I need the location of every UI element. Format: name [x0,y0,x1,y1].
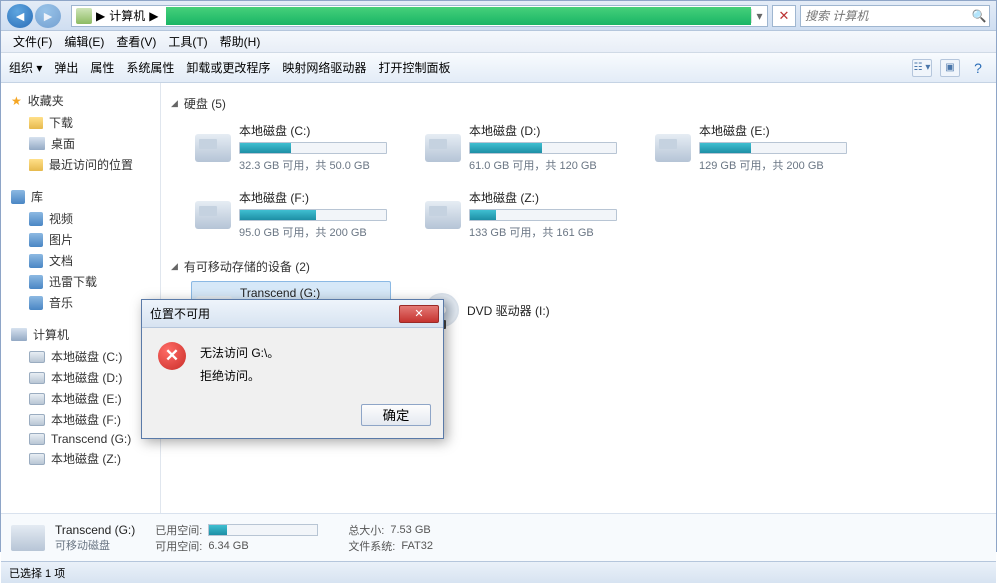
drive-item-f[interactable]: 本地磁盘 (F:)95.0 GB 可用，共 200 GB [191,185,391,244]
dialog-titlebar[interactable]: 位置不可用 ✕ [142,300,443,328]
sidebar-item-downloads[interactable]: 下载 [7,112,158,133]
hdd-icon [195,201,231,229]
drive-icon [29,414,45,426]
breadcrumb-arrow[interactable]: ▶ [96,9,105,23]
folder-icon [29,117,43,129]
sidebar-item-recent[interactable]: 最近访问的位置 [7,154,158,175]
error-dialog: 位置不可用 ✕ ✕ 无法访问 G:\。 拒绝访问。 确定 [141,299,444,439]
sidebar-favorites[interactable]: ★收藏夹 [7,89,158,112]
view-options-icon[interactable]: ☷ ▾ [912,59,932,77]
sidebar-item-videos[interactable]: 视频 [7,208,158,229]
sidebar-item-pictures[interactable]: 图片 [7,229,158,250]
sidebar-item-drive-d[interactable]: 本地磁盘 (D:) [7,367,158,388]
sidebar-item-drive-g[interactable]: Transcend (G:) [7,430,158,448]
error-icon: ✕ [158,342,186,370]
statusbar: 已选择 1 项 [1,561,996,583]
hdd-icon [195,134,231,162]
drive-icon [29,393,45,405]
menu-help[interactable]: 帮助(H) [214,33,267,50]
address-progress [166,7,751,25]
hdd-icon [655,134,691,162]
address-bar[interactable]: ▶ 计算机 ▶ ▾ [71,5,768,27]
menu-view[interactable]: 查看(V) [110,33,162,50]
nav-forward-button[interactable]: ► [35,4,61,28]
computer-icon [11,328,27,341]
download-icon [29,275,43,289]
tool-organize[interactable]: 组织 ▾ [9,59,42,76]
library-icon [11,190,25,204]
search-input[interactable] [801,9,969,23]
drive-icon [29,453,45,465]
chevron-down-icon: ◢ [171,98,178,109]
search-box[interactable]: 🔍 [800,5,990,27]
sidebar-item-desktop[interactable]: 桌面 [7,133,158,154]
sidebar-item-thunder[interactable]: 迅雷下载 [7,271,158,292]
dialog-message-1: 无法访问 G:\。 [200,342,427,365]
tool-uninstall[interactable]: 卸载或更改程序 [186,59,270,76]
drive-item-c[interactable]: 本地磁盘 (C:)32.3 GB 可用，共 50.0 GB [191,118,391,177]
sidebar-item-drive-c[interactable]: 本地磁盘 (C:) [7,346,158,367]
tool-eject[interactable]: 弹出 [54,59,78,76]
desktop-icon [29,137,45,150]
close-button[interactable]: ✕ [399,305,439,323]
tool-cpanel[interactable]: 打开控制面板 [378,59,450,76]
sidebar-computer[interactable]: 计算机 [7,323,158,346]
nav-back-button[interactable]: ◄ [7,4,33,28]
details-type: 可移动磁盘 [55,537,135,553]
video-icon [29,212,43,226]
section-removable[interactable]: ◢有可移动存储的设备 (2) [171,254,986,279]
dialog-title: 位置不可用 [150,305,210,322]
tool-sysprops[interactable]: 系统属性 [126,59,174,76]
hdd-icon [425,201,461,229]
sidebar: ★收藏夹 下载 桌面 最近访问的位置 库 视频 图片 文档 迅雷下载 音乐 计算… [1,83,161,513]
details-name: Transcend (G:) [55,523,135,537]
ok-button[interactable]: 确定 [361,404,431,426]
status-text: 已选择 1 项 [9,565,65,581]
breadcrumb-arrow[interactable]: ▶ [149,9,158,23]
main-content: ◢硬盘 (5) 本地磁盘 (C:)32.3 GB 可用，共 50.0 GB 本地… [161,83,996,513]
picture-icon [29,233,43,247]
sidebar-item-music[interactable]: 音乐 [7,292,158,313]
drive-item-d[interactable]: 本地磁盘 (D:)61.0 GB 可用，共 120 GB [421,118,621,177]
drive-item-z[interactable]: 本地磁盘 (Z:)133 GB 可用，共 161 GB [421,185,621,244]
preview-pane-icon[interactable]: ▣ [940,59,960,77]
music-icon [29,296,43,310]
breadcrumb-computer[interactable]: 计算机 [109,7,145,24]
drive-item-e[interactable]: 本地磁盘 (E:)129 GB 可用，共 200 GB [651,118,851,177]
help-icon[interactable]: ? [968,59,988,77]
sidebar-item-drive-e[interactable]: 本地磁盘 (E:) [7,388,158,409]
titlebar: ◄ ► ▶ 计算机 ▶ ▾ ✕ 🔍 [1,1,996,31]
drive-icon [29,372,45,384]
dialog-message-2: 拒绝访问。 [200,365,427,388]
menubar: 文件(F) 编辑(E) 查看(V) 工具(T) 帮助(H) [1,31,996,53]
section-hdd[interactable]: ◢硬盘 (5) [171,91,986,116]
drive-icon [29,351,45,363]
address-dropdown[interactable]: ▾ [751,9,767,23]
menu-tools[interactable]: 工具(T) [162,33,213,50]
address-stop-button[interactable]: ✕ [772,5,796,27]
drive-item-dvd[interactable]: DVD DVD 驱动器 (I:) [421,281,621,339]
menu-edit[interactable]: 编辑(E) [58,33,110,50]
tool-properties[interactable]: 属性 [90,59,114,76]
folder-icon [29,159,43,171]
chevron-down-icon: ◢ [171,261,178,272]
tool-mapdrive[interactable]: 映射网络驱动器 [282,59,366,76]
sidebar-item-drive-f[interactable]: 本地磁盘 (F:) [7,409,158,430]
removable-icon [11,525,45,551]
details-pane: Transcend (G:) 可移动磁盘 已用空间: 可用空间:6.34 GB … [1,513,996,561]
menu-file[interactable]: 文件(F) [7,33,58,50]
search-icon[interactable]: 🔍 [969,9,989,23]
toolbar: 组织 ▾ 弹出 属性 系统属性 卸载或更改程序 映射网络驱动器 打开控制面板 ☷… [1,53,996,83]
drive-icon [29,433,45,445]
star-icon: ★ [11,94,22,108]
sidebar-libraries[interactable]: 库 [7,185,158,208]
sidebar-item-drive-z[interactable]: 本地磁盘 (Z:) [7,448,158,469]
document-icon [29,254,43,268]
sidebar-item-documents[interactable]: 文档 [7,250,158,271]
computer-icon [76,8,92,24]
hdd-icon [425,134,461,162]
